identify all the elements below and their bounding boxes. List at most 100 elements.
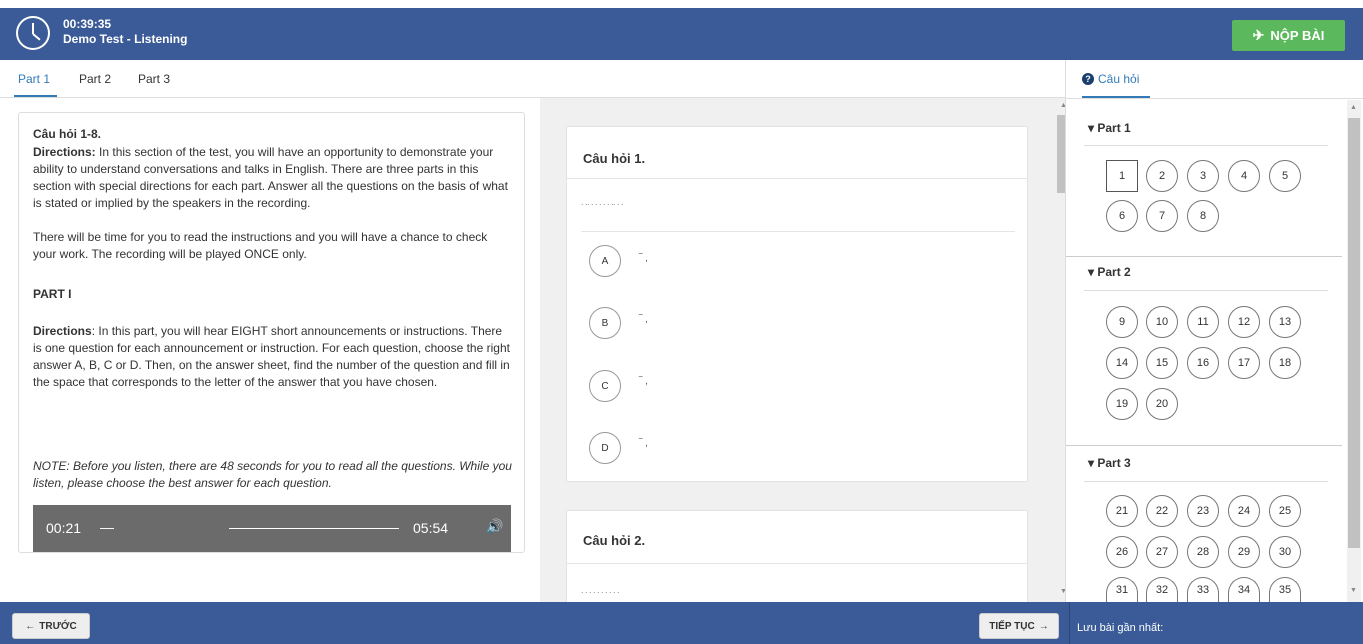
question-nav-12[interactable]: 12 — [1228, 306, 1260, 338]
question-nav-20[interactable]: 20 — [1146, 388, 1178, 420]
question-card-2: Câu hỏi 2. . . . . . . . . . . — [566, 510, 1028, 602]
option-d-text: ‾ , — [639, 438, 648, 449]
question-nav-6[interactable]: 6 — [1106, 200, 1138, 232]
part-3-header[interactable]: ▾ Part 3 — [1088, 456, 1131, 470]
tab-part-1[interactable]: Part 1 — [18, 72, 50, 86]
question-2-title: Câu hỏi 2. — [583, 533, 646, 548]
divider — [1066, 98, 1363, 99]
option-a[interactable]: A — [589, 245, 621, 277]
question-nav-16[interactable]: 16 — [1187, 347, 1219, 379]
part-1-label: Part 1 — [1097, 121, 1131, 135]
part-2-label: Part 2 — [1097, 265, 1131, 279]
audio-progress-track[interactable] — [229, 528, 399, 529]
question-nav-11[interactable]: 11 — [1187, 306, 1219, 338]
divider — [1066, 445, 1342, 446]
questions-panel: Câu hỏi 1. . .. . . . . . .. . . A ‾ , B… — [540, 98, 1065, 602]
part-heading: PART I — [33, 287, 72, 301]
question-1-text-obscured: . .. . . . . . .. . . — [581, 197, 624, 207]
previous-label: TRƯỚC — [39, 620, 77, 632]
question-nav-5[interactable]: 5 — [1269, 160, 1301, 192]
note-text: NOTE: Before you listen, there are 48 se… — [33, 459, 512, 490]
tab-part-2[interactable]: Part 2 — [79, 72, 111, 86]
question-nav-34[interactable]: 34 — [1228, 577, 1260, 602]
clock-icon — [16, 16, 50, 50]
question-nav-28[interactable]: 28 — [1187, 536, 1219, 568]
question-nav-13[interactable]: 13 — [1269, 306, 1301, 338]
header-bar — [0, 8, 1363, 60]
scroll-up-icon[interactable]: ▲ — [1350, 104, 1357, 111]
audio-player[interactable]: 00:21 — 05:54 🔊 — [33, 505, 511, 552]
footer-bar: ← TRƯỚC TIẾP TỤC → Lưu bài gần nhất: — [0, 602, 1363, 644]
scroll-down-icon[interactable]: ▼ — [1350, 587, 1357, 594]
question-nav-22[interactable]: 22 — [1146, 495, 1178, 527]
question-navigator: ? Câu hỏi ▾ Part 1 1 2 3 4 5 6 7 8 ▾ Par… — [1065, 60, 1363, 602]
divider — [567, 178, 1027, 179]
question-nav-2[interactable]: 2 — [1146, 160, 1178, 192]
next-button[interactable]: TIẾP TỤC → — [979, 613, 1059, 639]
audio-duration: 05:54 — [413, 520, 449, 536]
question-nav-1[interactable]: 1 — [1106, 160, 1138, 192]
previous-button[interactable]: ← TRƯỚC — [12, 613, 90, 639]
directions-panel: Câu hỏi 1-8. Directions: In this section… — [0, 98, 540, 602]
middle-scrollbar-thumb[interactable] — [1057, 115, 1065, 193]
directions-title: Câu hỏi 1-8. — [33, 127, 102, 141]
question-nav-26[interactable]: 26 — [1106, 536, 1138, 568]
tab-questions-label: Câu hỏi — [1098, 72, 1140, 86]
question-circle-icon: ? — [1082, 73, 1094, 85]
speaker-icon[interactable]: 🔊 — [486, 518, 503, 535]
question-1-title: Câu hỏi 1. — [583, 151, 646, 166]
question-nav-19[interactable]: 19 — [1106, 388, 1138, 420]
directions-intro: Directions: In this section of the test,… — [33, 144, 513, 212]
directions-label: Directions: — [33, 145, 96, 159]
tab-questions[interactable]: ? Câu hỏi — [1082, 72, 1139, 86]
question-nav-3[interactable]: 3 — [1187, 160, 1219, 192]
question-nav-35[interactable]: 35 — [1269, 577, 1301, 602]
part-tabs: Part 1 Part 2 Part 3 — [0, 60, 1065, 98]
option-a-text: ‾ , — [639, 253, 648, 264]
question-nav-29[interactable]: 29 — [1228, 536, 1260, 568]
question-nav-15[interactable]: 15 — [1146, 347, 1178, 379]
option-b[interactable]: B — [589, 307, 621, 339]
divider — [1084, 145, 1328, 146]
submit-label: NỘP BÀI — [1270, 28, 1325, 43]
question-nav-30[interactable]: 30 — [1269, 536, 1301, 568]
audio-separator: — — [100, 519, 114, 535]
question-nav-25[interactable]: 25 — [1269, 495, 1301, 527]
question-nav-24[interactable]: 24 — [1228, 495, 1260, 527]
part-directions: Directions: In this part, you will hear … — [33, 323, 513, 391]
question-nav-33[interactable]: 33 — [1187, 577, 1219, 602]
question-nav-21[interactable]: 21 — [1106, 495, 1138, 527]
question-nav-14[interactable]: 14 — [1106, 347, 1138, 379]
top-strip — [0, 0, 1363, 8]
question-nav-10[interactable]: 10 — [1146, 306, 1178, 338]
question-nav-18[interactable]: 18 — [1269, 347, 1301, 379]
part-3-label: Part 3 — [1097, 456, 1131, 470]
active-tab-indicator — [14, 95, 57, 97]
question-nav-23[interactable]: 23 — [1187, 495, 1219, 527]
question-card-1: Câu hỏi 1. . .. . . . . . .. . . A ‾ , B… — [566, 126, 1028, 482]
audio-current-time: 00:21 — [46, 520, 82, 536]
directions-intro-2: There will be time for you to read the i… — [33, 230, 488, 261]
question-nav-4[interactable]: 4 — [1228, 160, 1260, 192]
option-b-text: ‾ , — [639, 314, 648, 325]
divider — [1084, 481, 1328, 482]
tab-part-3[interactable]: Part 3 — [138, 72, 170, 86]
test-name: Demo Test - Listening — [63, 32, 188, 46]
divider — [1066, 256, 1342, 257]
question-nav-8[interactable]: 8 — [1187, 200, 1219, 232]
question-nav-7[interactable]: 7 — [1146, 200, 1178, 232]
question-2-text-obscured: . . . . . . . . . . — [581, 585, 620, 595]
question-nav-31[interactable]: 31 — [1106, 577, 1138, 602]
part-directions-text: : In this part, you will hear EIGHT shor… — [33, 324, 510, 389]
submit-button[interactable]: ✈ NỘP BÀI — [1232, 20, 1345, 51]
question-nav-9[interactable]: 9 — [1106, 306, 1138, 338]
navigator-scrollbar-thumb[interactable] — [1348, 118, 1360, 548]
question-nav-27[interactable]: 27 — [1146, 536, 1178, 568]
option-d[interactable]: D — [589, 432, 621, 464]
question-nav-32[interactable]: 32 — [1146, 577, 1178, 602]
part-1-header[interactable]: ▾ Part 1 — [1088, 121, 1131, 135]
question-nav-17[interactable]: 17 — [1228, 347, 1260, 379]
last-save-status: Lưu bài gần nhất: — [1077, 622, 1164, 634]
part-2-header[interactable]: ▾ Part 2 — [1088, 265, 1131, 279]
option-c[interactable]: C — [589, 370, 621, 402]
